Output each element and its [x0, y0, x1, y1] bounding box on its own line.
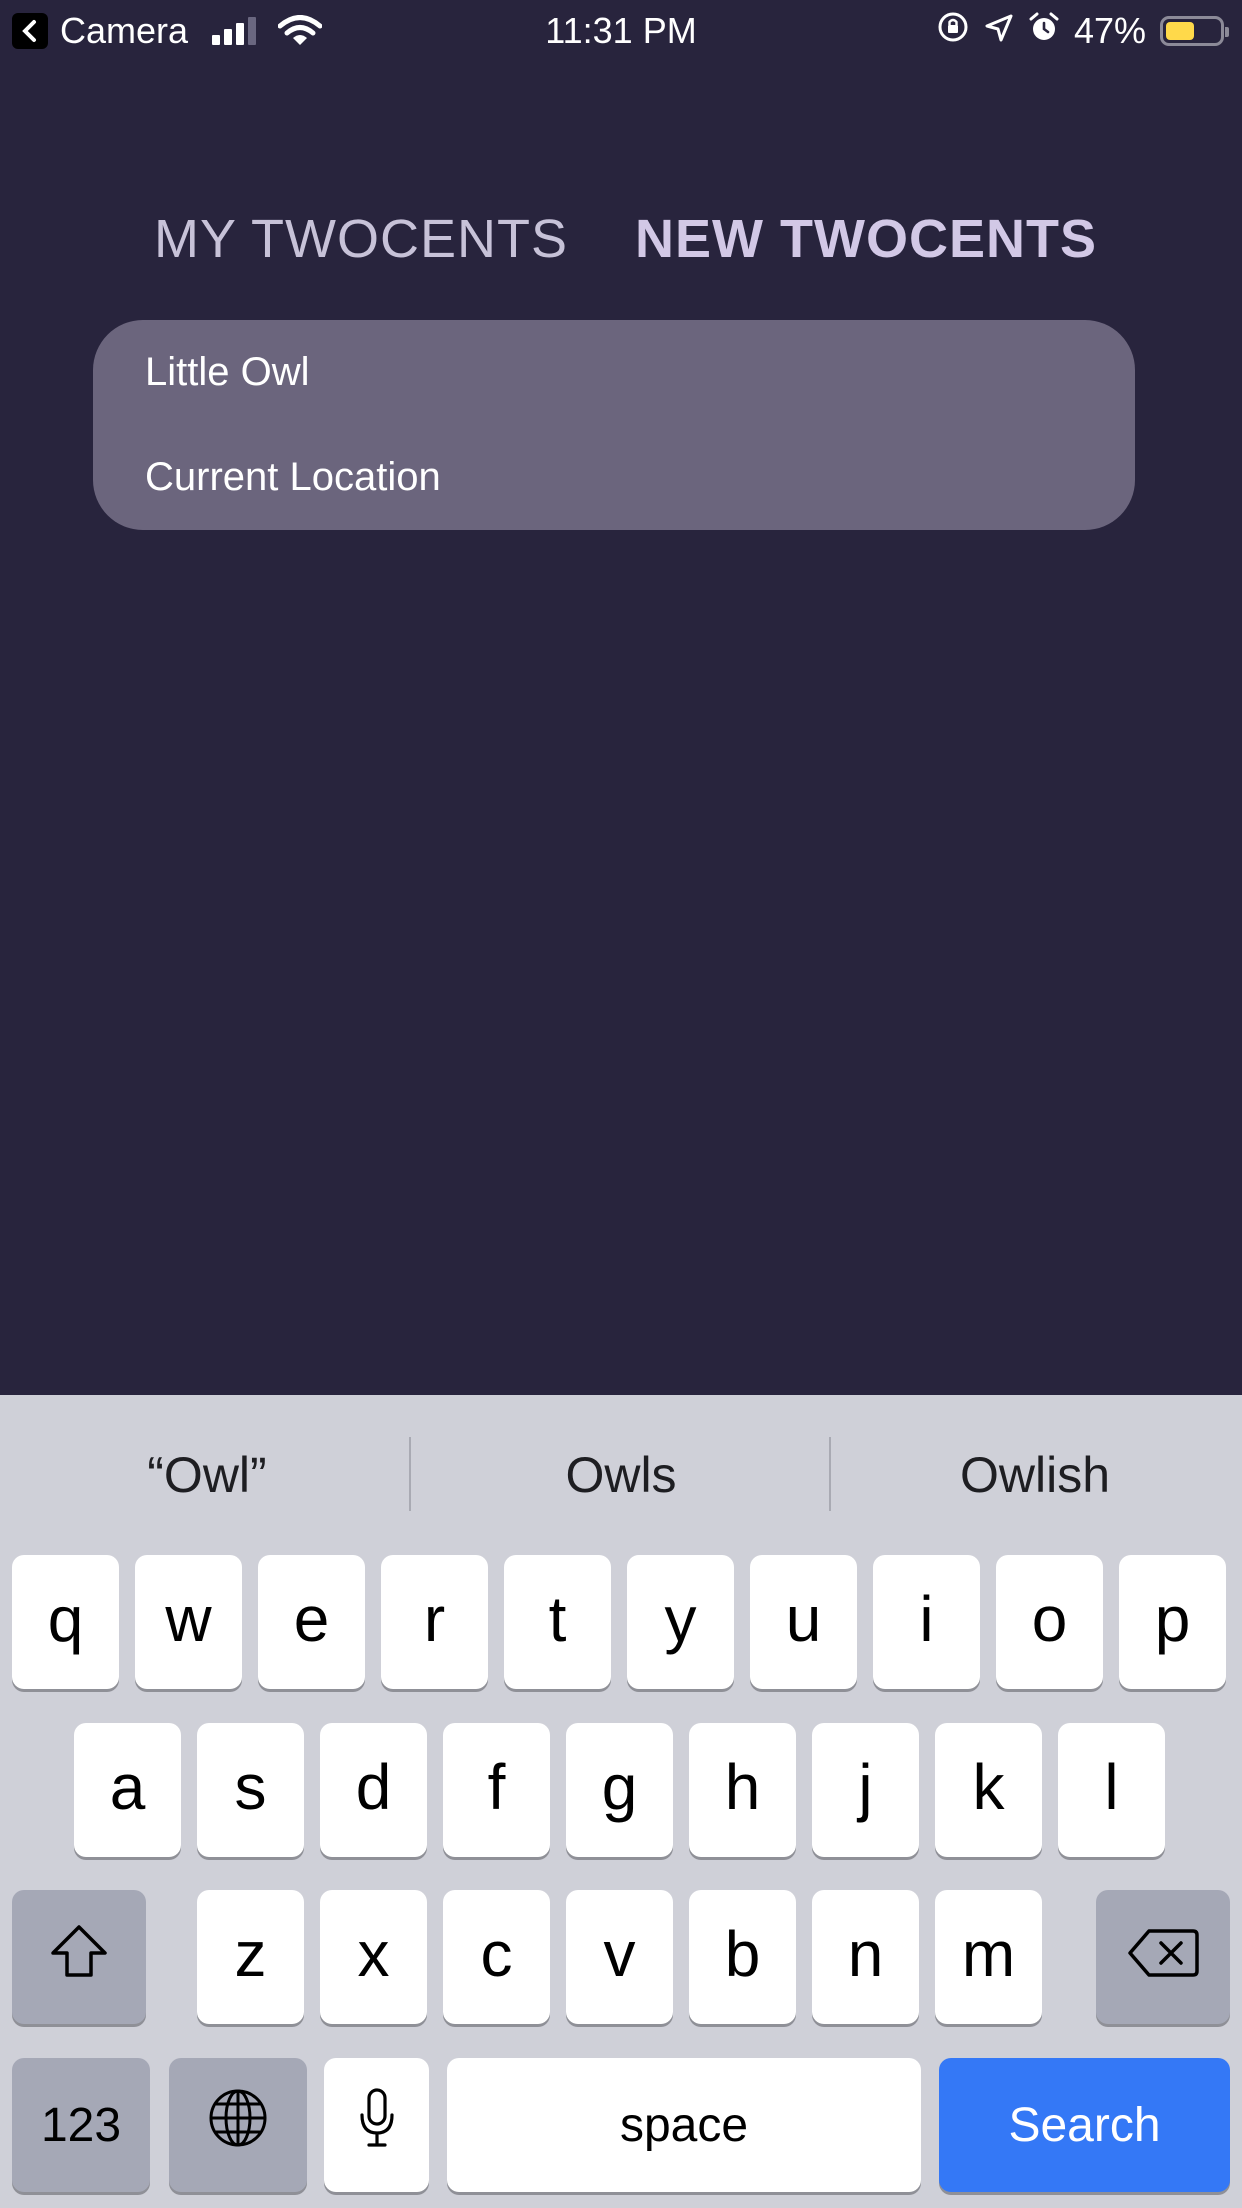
key-label: v [603, 1918, 636, 1990]
key-label: f [487, 1751, 506, 1823]
key-a[interactable]: a [74, 1723, 181, 1857]
battery-icon [1160, 16, 1229, 46]
key-label: u [785, 1583, 822, 1655]
key-label: r [423, 1583, 446, 1655]
key-label: w [165, 1583, 212, 1655]
key-t[interactable]: t [504, 1555, 611, 1689]
key-u[interactable]: u [750, 1555, 857, 1689]
alarm-icon [1028, 10, 1060, 52]
numbers-key-label: 123 [40, 2098, 122, 2152]
space-key[interactable]: space [447, 2058, 921, 2192]
key-g[interactable]: g [566, 1723, 673, 1857]
software-keyboard: “Owl” Owls Owlish q w e r t y u i o p a … [0, 1395, 1242, 2208]
key-label: o [1031, 1583, 1068, 1655]
key-n[interactable]: n [812, 1890, 919, 2024]
key-x[interactable]: x [320, 1890, 427, 2024]
key-v[interactable]: v [566, 1890, 673, 2024]
key-p[interactable]: p [1119, 1555, 1226, 1689]
key-o[interactable]: o [996, 1555, 1103, 1689]
key-label: g [601, 1751, 638, 1823]
search-key[interactable]: Search [939, 2058, 1230, 2192]
key-d[interactable]: d [320, 1723, 427, 1857]
key-h[interactable]: h [689, 1723, 796, 1857]
location-suggestions-dropdown: Little Owl Current Location [93, 320, 1135, 530]
shift-key[interactable] [12, 1890, 146, 2024]
key-c[interactable]: c [443, 1890, 550, 2024]
predictive-suggestion[interactable]: Owlish [828, 1395, 1242, 1555]
key-b[interactable]: b [689, 1890, 796, 2024]
key-m[interactable]: m [935, 1890, 1042, 2024]
key-j[interactable]: j [812, 1723, 919, 1857]
key-r[interactable]: r [381, 1555, 488, 1689]
key-k[interactable]: k [935, 1723, 1042, 1857]
key-label: i [919, 1583, 934, 1655]
key-e[interactable]: e [258, 1555, 365, 1689]
key-l[interactable]: l [1058, 1723, 1165, 1857]
key-label: b [724, 1918, 761, 1990]
globe-icon [207, 2087, 269, 2164]
suggestion-current-location[interactable]: Current Location [145, 455, 441, 500]
key-label: s [234, 1751, 267, 1823]
predictive-suggestion[interactable]: “Owl” [0, 1395, 414, 1555]
shift-icon [49, 1920, 109, 1994]
backspace-key[interactable] [1096, 1890, 1230, 2024]
key-label: y [664, 1583, 697, 1655]
key-label: l [1104, 1751, 1119, 1823]
microphone-icon [357, 2087, 397, 2164]
key-label: n [847, 1918, 884, 1990]
key-y[interactable]: y [627, 1555, 734, 1689]
tab-new-twocents[interactable]: NEW TWOCENTS [635, 208, 1097, 270]
key-label: q [47, 1583, 84, 1655]
dictation-key[interactable] [324, 2058, 429, 2192]
key-label: z [234, 1918, 267, 1990]
search-key-label: Search [1008, 2098, 1161, 2152]
key-label: t [548, 1583, 567, 1655]
key-label: x [357, 1918, 390, 1990]
orientation-lock-icon [936, 10, 970, 53]
numbers-key[interactable]: 123 [12, 2058, 150, 2192]
key-label: e [293, 1583, 330, 1655]
key-label: d [355, 1751, 392, 1823]
tab-my-twocents[interactable]: MY TWOCENTS [154, 208, 568, 270]
key-label: c [480, 1918, 513, 1990]
backspace-icon [1127, 1920, 1199, 1994]
key-label: k [972, 1751, 1005, 1823]
space-key-label: space [619, 2098, 749, 2152]
battery-percent: 47% [1073, 10, 1146, 51]
key-q[interactable]: q [12, 1555, 119, 1689]
key-label: m [961, 1918, 1016, 1990]
key-w[interactable]: w [135, 1555, 242, 1689]
status-right-group: 47% [922, 0, 1229, 62]
predictive-suggestion[interactable]: Owls [414, 1395, 828, 1555]
key-s[interactable]: s [197, 1723, 304, 1857]
key-i[interactable]: i [873, 1555, 980, 1689]
location-arrow-icon [984, 10, 1014, 52]
key-label: j [858, 1751, 873, 1823]
key-label: p [1154, 1583, 1191, 1655]
key-label: h [724, 1751, 761, 1823]
globe-key[interactable] [169, 2058, 307, 2192]
key-f[interactable]: f [443, 1723, 550, 1857]
suggestion-little-owl[interactable]: Little Owl [145, 350, 310, 395]
key-z[interactable]: z [197, 1890, 304, 2024]
suggestion-divider [409, 1437, 411, 1511]
key-label: a [109, 1751, 146, 1823]
status-bar: Camera 11:31 PM 47% [0, 0, 1242, 62]
